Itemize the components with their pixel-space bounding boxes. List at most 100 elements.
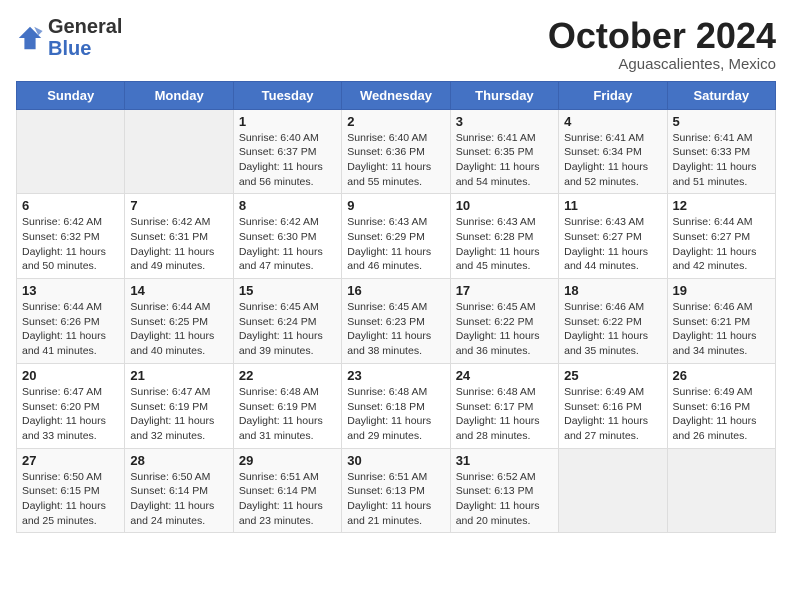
day-number: 10: [456, 198, 553, 213]
calendar-cell: [559, 448, 667, 533]
location-subtitle: Aguascalientes, Mexico: [548, 56, 776, 73]
day-info: Sunrise: 6:43 AM Sunset: 6:29 PM Dayligh…: [347, 215, 444, 274]
calendar-cell: 5 Sunrise: 6:41 AM Sunset: 6:33 PM Daylig…: [667, 109, 775, 194]
day-number: 18: [564, 283, 661, 298]
day-number: 8: [239, 198, 336, 213]
day-number: 20: [22, 368, 119, 383]
calendar-cell: 29 Sunrise: 6:51 AM Sunset: 6:14 PM Dayli…: [233, 448, 341, 533]
day-info: Sunrise: 6:43 AM Sunset: 6:27 PM Dayligh…: [564, 215, 661, 274]
day-number: 23: [347, 368, 444, 383]
day-info: Sunrise: 6:49 AM Sunset: 6:16 PM Dayligh…: [564, 385, 661, 444]
day-number: 25: [564, 368, 661, 383]
day-number: 22: [239, 368, 336, 383]
day-info: Sunrise: 6:47 AM Sunset: 6:20 PM Dayligh…: [22, 385, 119, 444]
calendar-cell: 20 Sunrise: 6:47 AM Sunset: 6:20 PM Dayli…: [17, 363, 125, 448]
weekday-header-tuesday: Tuesday: [233, 81, 341, 109]
calendar-cell: 8Sunrise: 6:42 AM Sunset: 6:30 PM Daylig…: [233, 194, 341, 279]
calendar-cell: 7 Sunrise: 6:42 AM Sunset: 6:31 PM Daylig…: [125, 194, 233, 279]
day-number: 6: [22, 198, 119, 213]
day-number: 30: [347, 453, 444, 468]
weekday-header-saturday: Saturday: [667, 81, 775, 109]
day-info: Sunrise: 6:42 AM Sunset: 6:31 PM Dayligh…: [130, 215, 227, 274]
calendar-cell: 31 Sunrise: 6:52 AM Sunset: 6:13 PM Dayli…: [450, 448, 558, 533]
calendar-cell: 9 Sunrise: 6:43 AM Sunset: 6:29 PM Daylig…: [342, 194, 450, 279]
day-number: 17: [456, 283, 553, 298]
day-number: 29: [239, 453, 336, 468]
day-number: 21: [130, 368, 227, 383]
calendar-week-1: 1Sunrise: 6:40 AM Sunset: 6:37 PM Daylig…: [17, 109, 776, 194]
day-number: 9: [347, 198, 444, 213]
calendar-cell: 16 Sunrise: 6:45 AM Sunset: 6:23 PM Dayli…: [342, 279, 450, 364]
day-number: 27: [22, 453, 119, 468]
day-number: 5: [673, 114, 770, 129]
month-title: October 2024: [548, 16, 776, 56]
calendar-cell: [17, 109, 125, 194]
logo-icon: [16, 24, 44, 52]
calendar-cell: [667, 448, 775, 533]
day-number: 11: [564, 198, 661, 213]
weekday-header-wednesday: Wednesday: [342, 81, 450, 109]
day-number: 24: [456, 368, 553, 383]
day-number: 16: [347, 283, 444, 298]
calendar-cell: 14 Sunrise: 6:44 AM Sunset: 6:25 PM Dayli…: [125, 279, 233, 364]
calendar-cell: 10Sunrise: 6:43 AM Sunset: 6:28 PM Dayli…: [450, 194, 558, 279]
day-info: Sunrise: 6:44 AM Sunset: 6:25 PM Dayligh…: [130, 300, 227, 359]
day-number: 31: [456, 453, 553, 468]
day-info: Sunrise: 6:45 AM Sunset: 6:22 PM Dayligh…: [456, 300, 553, 359]
logo-general-text: General: [48, 16, 122, 38]
calendar-cell: 25 Sunrise: 6:49 AM Sunset: 6:16 PM Dayli…: [559, 363, 667, 448]
day-number: 15: [239, 283, 336, 298]
day-info: Sunrise: 6:41 AM Sunset: 6:35 PM Dayligh…: [456, 131, 553, 190]
day-number: 12: [673, 198, 770, 213]
calendar-cell: 1Sunrise: 6:40 AM Sunset: 6:37 PM Daylig…: [233, 109, 341, 194]
calendar-cell: 3 Sunrise: 6:41 AM Sunset: 6:35 PM Daylig…: [450, 109, 558, 194]
logo: General Blue: [16, 16, 122, 60]
calendar-cell: 18 Sunrise: 6:46 AM Sunset: 6:22 PM Dayli…: [559, 279, 667, 364]
day-info: Sunrise: 6:48 AM Sunset: 6:19 PM Dayligh…: [239, 385, 336, 444]
day-info: Sunrise: 6:52 AM Sunset: 6:13 PM Dayligh…: [456, 470, 553, 529]
calendar-cell: 6 Sunrise: 6:42 AM Sunset: 6:32 PM Daylig…: [17, 194, 125, 279]
day-info: Sunrise: 6:40 AM Sunset: 6:36 PM Dayligh…: [347, 131, 444, 190]
calendar-cell: 19Sunrise: 6:46 AM Sunset: 6:21 PM Dayli…: [667, 279, 775, 364]
day-info: Sunrise: 6:50 AM Sunset: 6:15 PM Dayligh…: [22, 470, 119, 529]
calendar-cell: 11 Sunrise: 6:43 AM Sunset: 6:27 PM Dayli…: [559, 194, 667, 279]
calendar-cell: 12 Sunrise: 6:44 AM Sunset: 6:27 PM Dayli…: [667, 194, 775, 279]
day-info: Sunrise: 6:41 AM Sunset: 6:33 PM Dayligh…: [673, 131, 770, 190]
day-info: Sunrise: 6:49 AM Sunset: 6:16 PM Dayligh…: [673, 385, 770, 444]
calendar-cell: 2 Sunrise: 6:40 AM Sunset: 6:36 PM Daylig…: [342, 109, 450, 194]
calendar-week-2: 6 Sunrise: 6:42 AM Sunset: 6:32 PM Daylig…: [17, 194, 776, 279]
calendar-cell: 26 Sunrise: 6:49 AM Sunset: 6:16 PM Dayli…: [667, 363, 775, 448]
calendar-week-5: 27 Sunrise: 6:50 AM Sunset: 6:15 PM Dayli…: [17, 448, 776, 533]
day-info: Sunrise: 6:44 AM Sunset: 6:27 PM Dayligh…: [673, 215, 770, 274]
day-number: 7: [130, 198, 227, 213]
day-info: Sunrise: 6:45 AM Sunset: 6:23 PM Dayligh…: [347, 300, 444, 359]
weekday-header-row: SundayMondayTuesdayWednesdayThursdayFrid…: [17, 81, 776, 109]
calendar-cell: [125, 109, 233, 194]
weekday-header-friday: Friday: [559, 81, 667, 109]
day-number: 28: [130, 453, 227, 468]
day-number: 13: [22, 283, 119, 298]
day-number: 4: [564, 114, 661, 129]
day-info: Sunrise: 6:50 AM Sunset: 6:14 PM Dayligh…: [130, 470, 227, 529]
day-info: Sunrise: 6:45 AM Sunset: 6:24 PM Dayligh…: [239, 300, 336, 359]
day-number: 26: [673, 368, 770, 383]
day-number: 14: [130, 283, 227, 298]
day-info: Sunrise: 6:46 AM Sunset: 6:22 PM Dayligh…: [564, 300, 661, 359]
logo-blue-text: Blue: [48, 38, 91, 60]
day-number: 2: [347, 114, 444, 129]
day-info: Sunrise: 6:41 AM Sunset: 6:34 PM Dayligh…: [564, 131, 661, 190]
day-info: Sunrise: 6:51 AM Sunset: 6:13 PM Dayligh…: [347, 470, 444, 529]
day-number: 1: [239, 114, 336, 129]
calendar-cell: 28 Sunrise: 6:50 AM Sunset: 6:14 PM Dayli…: [125, 448, 233, 533]
day-info: Sunrise: 6:47 AM Sunset: 6:19 PM Dayligh…: [130, 385, 227, 444]
calendar-cell: 17 Sunrise: 6:45 AM Sunset: 6:22 PM Dayli…: [450, 279, 558, 364]
day-number: 3: [456, 114, 553, 129]
day-info: Sunrise: 6:51 AM Sunset: 6:14 PM Dayligh…: [239, 470, 336, 529]
calendar-week-3: 13Sunrise: 6:44 AM Sunset: 6:26 PM Dayli…: [17, 279, 776, 364]
day-info: Sunrise: 6:46 AM Sunset: 6:21 PM Dayligh…: [673, 300, 770, 359]
day-info: Sunrise: 6:42 AM Sunset: 6:32 PM Dayligh…: [22, 215, 119, 274]
weekday-header-sunday: Sunday: [17, 81, 125, 109]
calendar-cell: 23Sunrise: 6:48 AM Sunset: 6:18 PM Dayli…: [342, 363, 450, 448]
calendar-table: SundayMondayTuesdayWednesdayThursdayFrid…: [16, 81, 776, 534]
calendar-cell: 27 Sunrise: 6:50 AM Sunset: 6:15 PM Dayli…: [17, 448, 125, 533]
